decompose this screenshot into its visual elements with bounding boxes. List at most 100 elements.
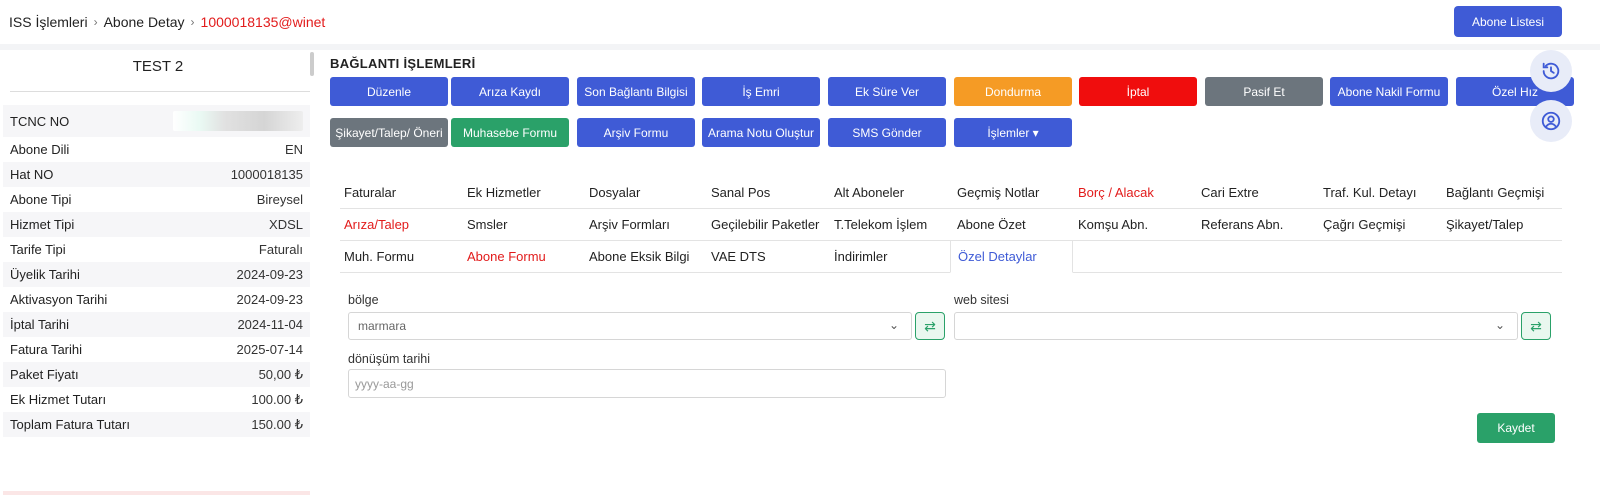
field-row: Paket Fiyatı 50,00 ₺ bbox=[3, 362, 310, 387]
field-label: Tarife Tipi bbox=[10, 242, 66, 257]
save-button[interactable]: Kaydet bbox=[1477, 413, 1555, 443]
tab-account-statement[interactable]: Cari Extre bbox=[1197, 176, 1259, 208]
tab-discounts[interactable]: İndirimler bbox=[830, 240, 887, 272]
subscriber-field-list: TCNC NO Abone Dili EN Hat NO 1000018135 Ab… bbox=[3, 105, 310, 437]
freeze-button[interactable]: Dondurma bbox=[954, 77, 1072, 106]
field-label: Toplam Fatura Tutarı bbox=[10, 417, 130, 432]
website-label: web sitesi bbox=[954, 293, 1009, 307]
complaint-button[interactable]: Şikayet/Talep/ Öneri bbox=[330, 118, 448, 147]
field-label: Abone Dili bbox=[10, 142, 70, 157]
tab-vae-dts[interactable]: VAE DTS bbox=[707, 240, 766, 272]
field-value: 2025-07-14 bbox=[236, 342, 304, 357]
field-value: 150.00 ₺ bbox=[251, 416, 303, 432]
archive-form-button[interactable]: Arşiv Formu bbox=[577, 118, 695, 147]
tab-accounting-form[interactable]: Muh. Formu bbox=[340, 240, 414, 272]
breadcrumb-iss[interactable]: ISS İşlemleri bbox=[9, 14, 88, 30]
redacted-value bbox=[173, 111, 303, 131]
field-label: Abone Tipi bbox=[10, 192, 72, 207]
call-note-button[interactable]: Arama Notu Oluştur bbox=[702, 118, 820, 147]
cancel-button[interactable]: İptal bbox=[1079, 77, 1197, 106]
name-divider bbox=[10, 91, 310, 92]
tab-neighbor-subscribers[interactable]: Komşu Abn. bbox=[1074, 208, 1148, 240]
left-panel-scrollbar[interactable] bbox=[310, 52, 314, 76]
field-label: Hat NO bbox=[10, 167, 54, 182]
history-icon bbox=[1542, 62, 1560, 80]
tab-files[interactable]: Dosyalar bbox=[585, 176, 640, 208]
tab-row: Muh. Formu Abone Formu Abone Eksik Bilgi… bbox=[340, 240, 1562, 273]
tab-switchable-packages[interactable]: Geçilebilir Paketler bbox=[707, 208, 819, 240]
tab-debt-credit[interactable]: Borç / Alacak bbox=[1074, 176, 1154, 208]
field-row: Hizmet Tipi XDSL bbox=[3, 212, 310, 237]
relocation-form-button[interactable]: Abone Nakil Formu bbox=[1330, 77, 1448, 106]
tab-virtual-pos[interactable]: Sanal Pos bbox=[707, 176, 770, 208]
tab-sms[interactable]: Smsler bbox=[463, 208, 507, 240]
work-order-button[interactable]: İş Emri bbox=[702, 77, 820, 106]
region-value: marmara bbox=[358, 319, 407, 333]
field-label: Hizmet Tipi bbox=[10, 217, 75, 232]
tab-call-history[interactable]: Çağrı Geçmişi bbox=[1319, 208, 1405, 240]
field-value: XDSL bbox=[269, 217, 303, 232]
sms-send-button[interactable]: SMS Gönder bbox=[828, 118, 946, 147]
chevron-down-icon: ⌄ bbox=[1494, 318, 1505, 332]
subscriber-list-button[interactable]: Abone Listesi bbox=[1454, 6, 1562, 37]
field-row: Tarife Tipi Faturalı bbox=[3, 237, 310, 262]
tab-connection-history[interactable]: Bağlantı Geçmişi bbox=[1442, 176, 1544, 208]
fault-record-button[interactable]: Arıza Kaydı bbox=[451, 77, 569, 106]
field-row: Toplam Fatura Tutarı 150.00 ₺ bbox=[3, 412, 310, 437]
operations-dropdown-button[interactable]: İşlemler ▾ bbox=[954, 118, 1072, 147]
last-connection-button[interactable]: Son Bağlantı Bilgisi bbox=[577, 77, 695, 106]
tab-subscriber-summary[interactable]: Abone Özet bbox=[953, 208, 1026, 240]
tab-archive-forms[interactable]: Arşiv Formları bbox=[585, 208, 670, 240]
website-swap-button[interactable]: ⇄ bbox=[1521, 312, 1551, 340]
tab-extra-services[interactable]: Ek Hizmetler bbox=[463, 176, 541, 208]
extend-time-button[interactable]: Ek Süre Ver bbox=[828, 77, 946, 106]
field-label: Üyelik Tarihi bbox=[10, 267, 80, 282]
field-row: İptal Tarihi 2024-11-04 bbox=[3, 312, 310, 337]
field-value: EN bbox=[284, 142, 303, 157]
tab-past-notes[interactable]: Geçmiş Notlar bbox=[953, 176, 1039, 208]
field-value: Bireysel bbox=[256, 192, 303, 207]
field-row: Aktivasyon Tarihi 2024-09-23 bbox=[3, 287, 310, 312]
breadcrumb-abone-detay[interactable]: Abone Detay bbox=[104, 14, 185, 30]
tab-traffic-usage[interactable]: Traf. Kul. Detayı bbox=[1319, 176, 1416, 208]
tab-fault-request[interactable]: Arıza/Talep bbox=[340, 208, 409, 240]
tab-sub-subscribers[interactable]: Alt Aboneler bbox=[830, 176, 904, 208]
deactivate-button[interactable]: Pasif Et bbox=[1205, 77, 1323, 106]
field-row: Fatura Tarihi 2025-07-14 bbox=[3, 337, 310, 362]
tab-subscriber-form[interactable]: Abone Formu bbox=[463, 240, 546, 272]
user-circle-icon bbox=[1541, 111, 1561, 131]
chevron-down-icon: ⌄ bbox=[888, 318, 899, 332]
top-bar: ISS İşlemleri › Abone Detay › 1000018135… bbox=[0, 0, 1600, 44]
main-content: BAĞLANTI İŞLEMLERİ Düzenle Arıza Kaydı S… bbox=[316, 50, 1600, 454]
region-label: bölge bbox=[348, 293, 379, 307]
breadcrumb-separator: › bbox=[93, 15, 98, 29]
swap-icon: ⇄ bbox=[924, 317, 936, 334]
tab-missing-info[interactable]: Abone Eksik Bilgi bbox=[585, 240, 689, 272]
history-button[interactable] bbox=[1530, 50, 1572, 92]
edit-button[interactable]: Düzenle bbox=[330, 77, 448, 106]
field-row: Üyelik Tarihi 2024-09-23 bbox=[3, 262, 310, 287]
tab-telekom-process[interactable]: T.Telekom İşlem bbox=[830, 208, 927, 240]
subscriber-name: TEST 2 bbox=[132, 58, 184, 75]
profile-button[interactable] bbox=[1530, 100, 1572, 142]
field-value: 2024-11-04 bbox=[237, 317, 303, 332]
tab-reference-subscribers[interactable]: Referans Abn. bbox=[1197, 208, 1283, 240]
field-value: 2024-09-23 bbox=[236, 267, 304, 282]
tab-special-details[interactable]: Özel Detaylar bbox=[950, 240, 1073, 273]
field-label: Fatura Tarihi bbox=[10, 342, 83, 357]
field-value: 1000018135 bbox=[230, 167, 303, 182]
tab-complaint-request[interactable]: Şikayet/Talep bbox=[1442, 208, 1523, 240]
region-select[interactable]: marmara ⌄ bbox=[348, 312, 912, 340]
conversion-date-input[interactable]: yyyy-aa-gg bbox=[348, 369, 946, 398]
breadcrumb-separator: › bbox=[190, 15, 195, 29]
website-select[interactable]: ⌄ bbox=[954, 312, 1518, 340]
field-value: 50,00 ₺ bbox=[258, 366, 303, 382]
subscriber-info-panel: TEST 2 TCNC NO Abone Dili EN Hat NO 100001… bbox=[0, 50, 316, 495]
accounting-form-button[interactable]: Muhasebe Formu bbox=[451, 118, 569, 147]
field-row-tcnc: TCNC NO bbox=[3, 105, 310, 137]
tab-invoices[interactable]: Faturalar bbox=[340, 176, 396, 208]
field-label: Aktivasyon Tarihi bbox=[10, 292, 108, 307]
field-row: Ek Hizmet Tutarı 100.00 ₺ bbox=[3, 387, 310, 412]
region-swap-button[interactable]: ⇄ bbox=[915, 312, 945, 340]
field-label: Paket Fiyatı bbox=[10, 367, 79, 382]
